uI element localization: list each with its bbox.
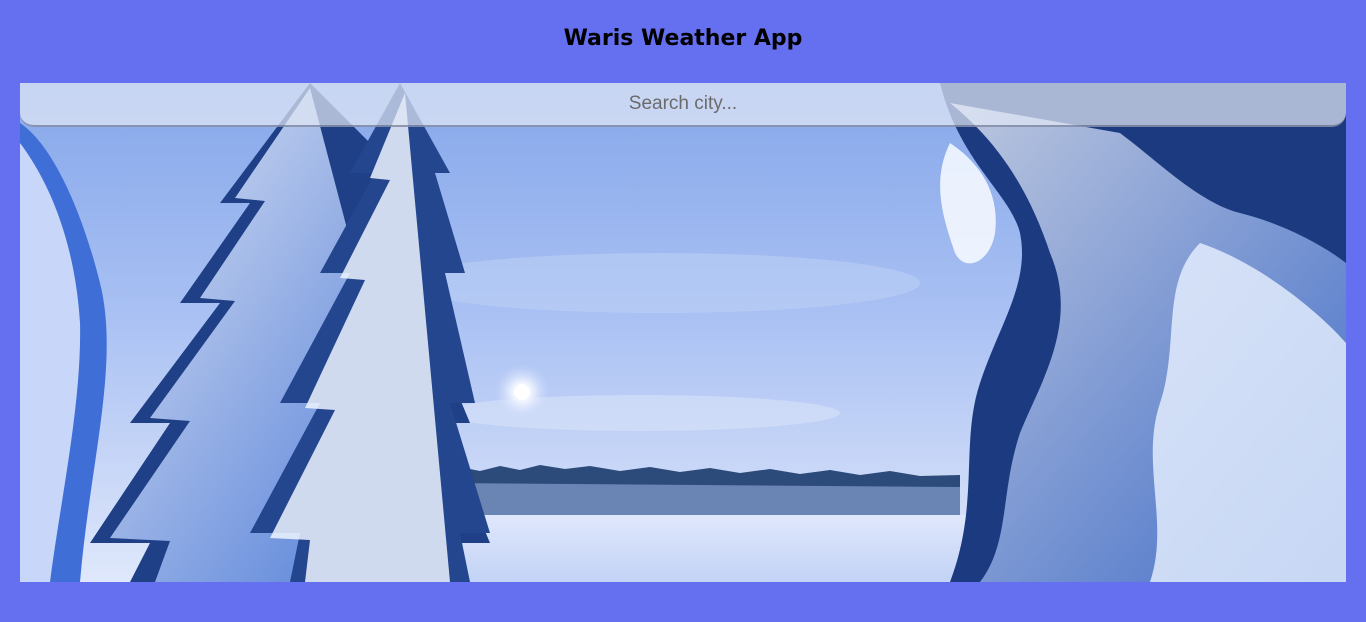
background-image — [20, 83, 1346, 582]
search-bar — [20, 83, 1346, 127]
search-input[interactable] — [20, 83, 1346, 125]
winter-landscape-illustration — [20, 83, 1346, 582]
app-title: Waris Weather App — [563, 26, 803, 51]
